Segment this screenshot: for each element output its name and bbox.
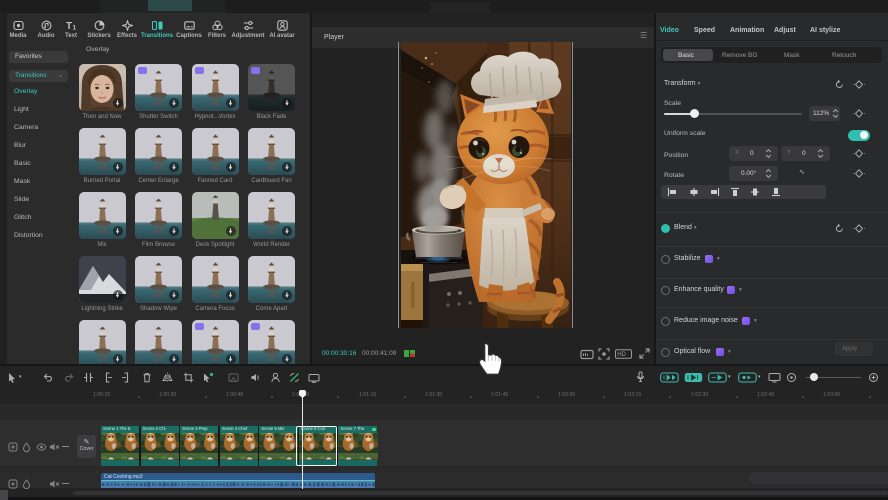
svg-text:T: T (66, 21, 72, 31)
svg-text:1: 1 (72, 25, 76, 32)
svg-text:HD: HD (617, 352, 626, 358)
